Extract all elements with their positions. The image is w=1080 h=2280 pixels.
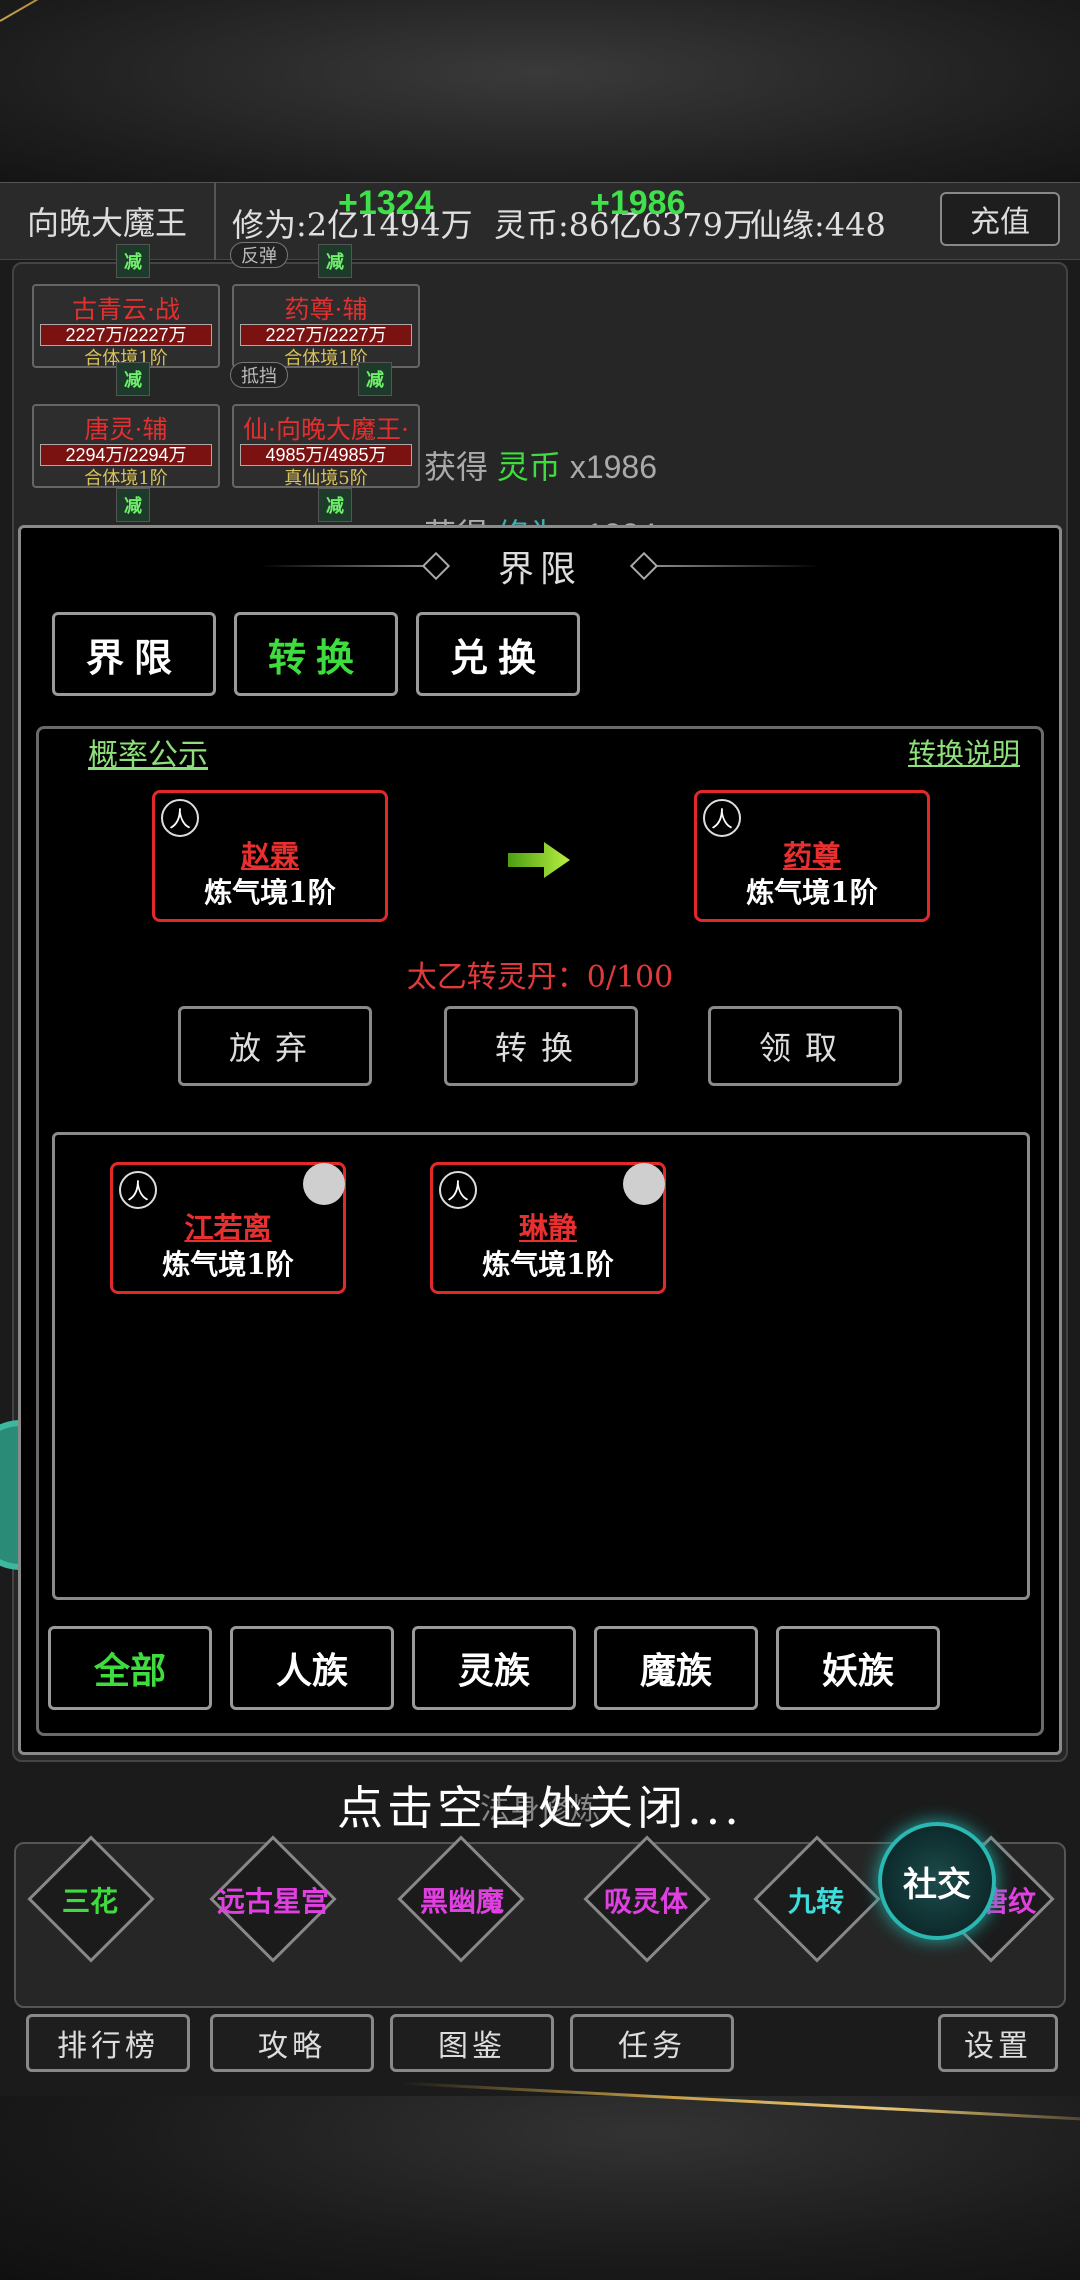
bottom-background [0,2096,1080,2280]
abandon-button[interactable]: 放弃 [178,1006,372,1086]
character-name: 赵霖 [240,839,299,873]
member-hp-bar: 2227万/2227万 [40,324,212,346]
human-race-icon: 人 [703,799,741,837]
filter-demon[interactable]: 魔族 [594,1626,758,1710]
top-background [0,0,1080,182]
reduce-icon: 减 [358,362,392,396]
character-realm: 炼气境1阶 [204,876,336,909]
team-member-card[interactable]: 古青云·战 2227万/2227万 合体境1阶 [32,284,220,369]
convert-explain-link[interactable]: 转换说明 [908,732,1020,772]
source-character-card[interactable]: 人 赵霖 炼气境1阶 [152,790,388,922]
skill-label: 三花 [61,1885,118,1918]
member-realm: 真仙境5阶 [284,468,368,489]
skill-label: 九转 [787,1885,844,1918]
character-realm: 炼气境1阶 [162,1248,294,1281]
team-member-card[interactable]: 仙·向晚大魔王· 4985万/4985万 真仙境5阶 [232,404,420,489]
block-tag: 抵挡 [230,362,288,388]
character-name: 江若离 [184,1211,272,1245]
social-button[interactable]: 社交 [878,1822,996,1940]
arrow-right-icon [508,842,570,878]
member-hp-bar: 2227万/2227万 [240,324,412,346]
member-hp-bar: 2294万/2294万 [40,444,212,466]
recharge-button[interactable]: 充值 [940,192,1060,246]
reduce-icon: 减 [116,488,150,522]
cultivation-gain: +1324 [338,184,434,222]
immortal-fate-value: 仙缘:448 [750,206,886,244]
character-name: 药尊 [782,839,841,873]
gain-amount: x1986 [560,449,657,485]
convert-button[interactable]: 转换 [444,1006,638,1086]
reduce-icon: 减 [116,244,150,278]
select-indicator[interactable] [623,1163,665,1205]
skill-label: 远古星宫 [216,1885,329,1918]
skill-label: 吸灵体 [603,1885,688,1918]
team-member-card[interactable]: 唐灵·辅 2294万/2294万 合体境1阶 [32,404,220,489]
gain-log-entry: 获得 灵币 x1986 [424,442,657,488]
panel-title: 界限 [497,549,582,590]
settings-button[interactable]: 设置 [938,2014,1058,2072]
ranking-button[interactable]: 排行榜 [26,2014,190,2072]
member-hp-bar: 4985万/4985万 [240,444,412,466]
member-name: 唐灵·辅 [84,415,168,444]
member-name: 药尊·辅 [284,295,368,324]
member-name: 古青云·战 [72,295,180,324]
gain-prefix: 获得 [424,449,497,485]
filter-yao[interactable]: 妖族 [776,1626,940,1710]
tab-boundary[interactable]: 界限 [52,612,216,696]
reflect-tag: 反弹 [230,242,288,268]
claim-button[interactable]: 领取 [708,1006,902,1086]
guide-button[interactable]: 攻略 [210,2014,374,2072]
title-decoration [260,565,440,567]
target-character-card[interactable]: 人 药尊 炼气境1阶 [694,790,930,922]
probability-link[interactable]: 概率公示 [88,730,208,774]
human-race-icon: 人 [119,1171,157,1209]
member-realm: 合体境1阶 [84,468,168,489]
title-decoration [640,565,820,567]
spirit-coin-gain: +1986 [590,184,686,222]
team-member-card[interactable]: 药尊·辅 2227万/2227万 合体境1阶 [232,284,420,369]
human-race-icon: 人 [161,799,199,837]
player-name: 向晚大魔王 [0,182,216,260]
reduce-icon: 减 [116,362,150,396]
list-character-card[interactable]: 人 江若离 炼气境1阶 [110,1162,346,1294]
filter-all[interactable]: 全部 [48,1626,212,1710]
character-realm: 炼气境1阶 [746,876,878,909]
tab-convert[interactable]: 转换 [234,612,398,696]
skill-label: 黑幽魔 [419,1885,504,1918]
pill-counter: 太乙转灵丹：0/100 [406,960,674,995]
list-character-card[interactable]: 人 琳静 炼气境1阶 [430,1162,666,1294]
gain-item: 灵币 [496,449,561,485]
codex-button[interactable]: 图鉴 [390,2014,554,2072]
select-indicator[interactable] [303,1163,345,1205]
quest-button[interactable]: 任务 [570,2014,734,2072]
human-race-icon: 人 [439,1171,477,1209]
filter-spirit[interactable]: 灵族 [412,1626,576,1710]
character-name: 琳静 [518,1211,577,1245]
reduce-icon: 减 [318,488,352,522]
reduce-icon: 减 [318,244,352,278]
character-realm: 炼气境1阶 [482,1248,614,1281]
member-name: 仙·向晚大魔王· [243,415,409,444]
filter-human[interactable]: 人族 [230,1626,394,1710]
tab-exchange[interactable]: 兑换 [416,612,580,696]
